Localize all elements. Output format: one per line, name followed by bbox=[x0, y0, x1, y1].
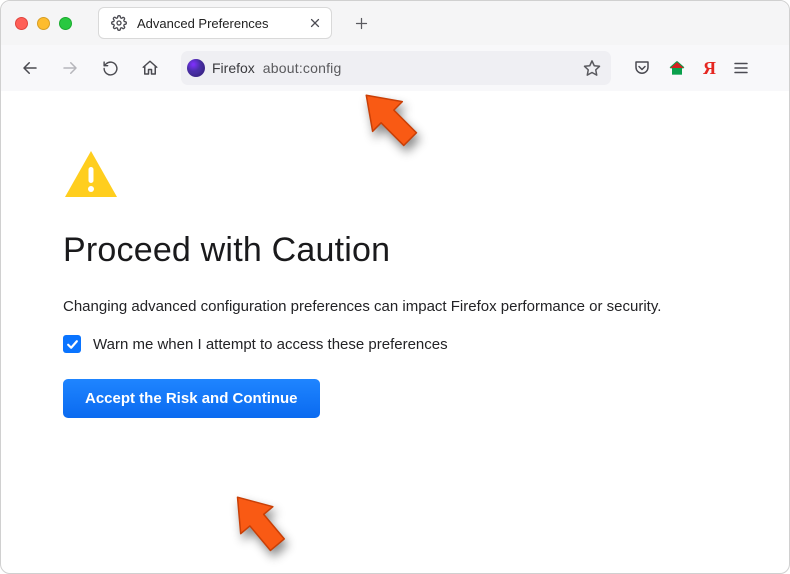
url-bar[interactable]: Firefox about:config bbox=[181, 51, 611, 85]
tab-close-button[interactable] bbox=[309, 17, 321, 29]
warn-checkbox-row: Warn me when I attempt to access these p… bbox=[63, 335, 727, 353]
home-extension-button[interactable] bbox=[667, 58, 687, 78]
home-button[interactable] bbox=[135, 53, 165, 83]
forward-button[interactable] bbox=[55, 53, 85, 83]
reload-button[interactable] bbox=[95, 53, 125, 83]
annotation-arrow-url bbox=[356, 81, 426, 159]
accept-risk-button[interactable]: Accept the Risk and Continue bbox=[63, 379, 320, 418]
identity-badge[interactable]: Firefox bbox=[187, 59, 255, 77]
close-window-button[interactable] bbox=[15, 17, 28, 30]
url-text: about:config bbox=[263, 60, 342, 76]
page-heading: Proceed with Caution bbox=[63, 231, 727, 270]
pocket-button[interactable] bbox=[633, 59, 651, 77]
toolbar-right-icons: Я bbox=[633, 58, 750, 79]
firefox-icon bbox=[187, 59, 205, 77]
browser-tab[interactable]: Advanced Preferences bbox=[98, 7, 332, 39]
new-tab-button[interactable] bbox=[354, 16, 369, 31]
back-button[interactable] bbox=[15, 53, 45, 83]
titlebar: Advanced Preferences bbox=[1, 1, 789, 45]
minimize-window-button[interactable] bbox=[37, 17, 50, 30]
maximize-window-button[interactable] bbox=[59, 17, 72, 30]
yandex-button[interactable]: Я bbox=[703, 58, 716, 79]
tab-title: Advanced Preferences bbox=[137, 16, 299, 31]
window-controls bbox=[15, 17, 72, 30]
annotation-arrow-button bbox=[225, 485, 295, 563]
bookmark-star-button[interactable] bbox=[583, 59, 601, 77]
app-menu-button[interactable] bbox=[732, 59, 750, 77]
identity-label: Firefox bbox=[212, 60, 255, 76]
warn-checkbox[interactable] bbox=[63, 335, 81, 353]
warn-checkbox-label: Warn me when I attempt to access these p… bbox=[93, 336, 448, 353]
browser-window: Advanced Preferences Firefox about bbox=[0, 0, 790, 574]
page-description: Changing advanced configuration preferen… bbox=[63, 298, 727, 315]
gear-icon bbox=[111, 15, 127, 31]
